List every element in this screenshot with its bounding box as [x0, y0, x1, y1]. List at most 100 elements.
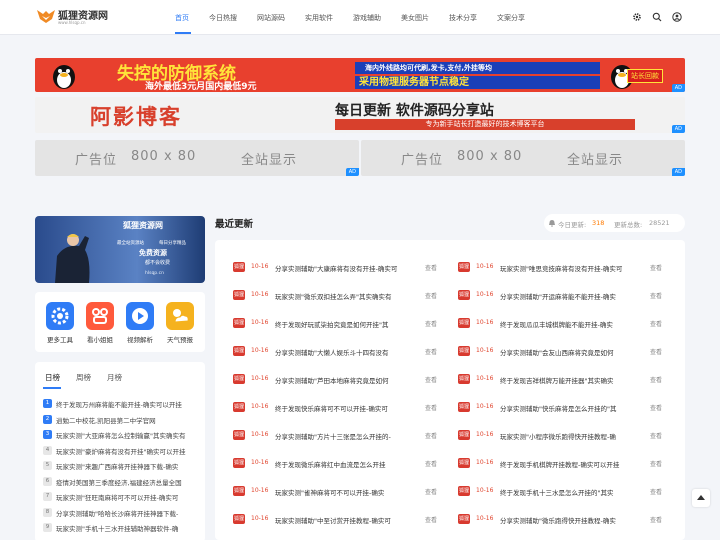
item-date: 10-16 — [251, 403, 269, 410]
ad-slot-right[interactable]: 广告位 800 x 80 全站显示 AD — [361, 140, 685, 176]
item-title[interactable]: 终于发现手机棋牌开挂教程-确实可以开挂 — [500, 459, 650, 469]
sidebar-hero-image[interactable]: 狐狸资源网 最全站资源站 每日分享精品 免费资源 都不会收费 hlsqp.cn — [35, 216, 205, 283]
nav-hot-search[interactable]: 今日热搜 — [209, 13, 237, 23]
nav-software[interactable]: 实用软件 — [305, 13, 333, 23]
item-title[interactable]: 分享实测辅助"芦田本地麻将究竟是如何 — [275, 375, 425, 385]
rank-number: 1 — [43, 399, 52, 408]
item-title[interactable]: 终于发现吉祥棋牌万能开挂器"其实确实 — [500, 375, 650, 385]
item-title[interactable]: 分享实测辅助"开运麻将能不能开挂-确实 — [500, 291, 650, 301]
ad-slot-left[interactable]: 广告位 800 x 80 全站显示 AD — [35, 140, 359, 176]
list-item[interactable]: 狐狸 10-16 终于发现手机棋牌开挂教程-确实可以开挂 查看 — [458, 456, 683, 470]
list-item[interactable]: 狐狸 10-16 玩家实测"小程序微乐跑得快开挂教程-确 查看 — [458, 428, 683, 442]
bell-icon — [549, 220, 555, 227]
view-link[interactable]: 查看 — [650, 347, 662, 356]
list-item[interactable]: 狐狸 10-16 分享实测辅助"微乐跑得快开挂教程-确实 查看 — [458, 512, 683, 526]
item-title[interactable]: 玩家实测"雀神麻将可不可以开挂-确实 — [275, 487, 425, 497]
nav-home[interactable]: 首页 — [175, 13, 189, 23]
rank-item[interactable]: 8 分享实测辅助"哈哈长沙麻将开挂神器下载- — [43, 507, 201, 519]
view-link[interactable]: 查看 — [425, 291, 437, 300]
view-link[interactable]: 查看 — [650, 375, 662, 384]
view-link[interactable]: 查看 — [425, 487, 437, 496]
list-item[interactable]: 狐狸 10-16 终于发现手机十三水是怎么开挂的"其实 查看 — [458, 484, 683, 498]
list-item[interactable]: 狐狸 10-16 玩家实测"微乐双扣挂怎么弄"其实确实有 查看 — [233, 288, 458, 302]
item-title[interactable]: 玩家实测"小程序微乐跑得快开挂教程-确 — [500, 431, 650, 441]
tab-weekly[interactable]: 周榜 — [76, 372, 91, 383]
view-link[interactable]: 查看 — [425, 459, 437, 468]
back-to-top-button[interactable] — [692, 489, 710, 507]
item-title[interactable]: 玩家实测辅助"中至讨赏开挂教程-确实可 — [275, 515, 425, 525]
list-item[interactable]: 狐狸 10-16 分享实测辅助"方片十三张是怎么开挂的- 查看 — [233, 428, 458, 442]
view-link[interactable]: 查看 — [650, 515, 662, 524]
list-item[interactable]: 狐狸 10-16 终于发现瓜瓜丰城棋牌能不能开挂-确实 查看 — [458, 316, 683, 330]
list-item[interactable]: 狐狸 10-16 分享实测辅助"会友山西麻将究竟是如何 查看 — [458, 344, 683, 358]
view-link[interactable]: 查看 — [425, 263, 437, 272]
view-link[interactable]: 查看 — [650, 431, 662, 440]
item-title[interactable]: 终于发现快乐麻将可不可以开挂-确实可 — [275, 403, 425, 413]
tool-video-parse[interactable]: 视频解析 — [123, 302, 157, 344]
rank-item[interactable]: 1 终于发现万州麻将能不能开挂-确实可以开挂 — [43, 398, 201, 410]
view-link[interactable]: 查看 — [650, 319, 662, 328]
view-link[interactable]: 查看 — [650, 403, 662, 412]
rank-item[interactable]: 4 玩家实测"豪炉麻将有没有开挂"确实可以开挂 — [43, 445, 201, 457]
list-item[interactable]: 狐狸 10-16 玩家实测辅助"中至讨赏开挂教程-确实可 查看 — [233, 512, 458, 526]
list-item[interactable]: 狐狸 10-16 终于发现好玩贰柒拍究竟是如何开挂"其 查看 — [233, 316, 458, 330]
rank-item[interactable]: 3 玩家实测"大亚麻将怎么控制输赢"其实确实有 — [43, 429, 201, 441]
rank-item[interactable]: 9 玩家实测"手机十三水开挂辅助神器软件-确 — [43, 522, 201, 534]
site-logo[interactable]: 狐狸资源网 www.hlsqp.cn — [36, 6, 136, 28]
nav-tech-share[interactable]: 技术分享 — [449, 13, 477, 23]
tool-more[interactable]: 更多工具 — [43, 302, 77, 344]
view-link[interactable]: 查看 — [650, 487, 662, 496]
list-item[interactable]: 狐狸 10-16 分享实测辅助"芦田本地麻将究竟是如何 查看 — [233, 372, 458, 386]
item-title[interactable]: 终于发现微乐麻将红中血流是怎么开挂 — [275, 459, 425, 469]
tab-monthly[interactable]: 月榜 — [107, 372, 122, 383]
fox-badge-icon: 狐狸 — [233, 290, 245, 300]
tab-daily[interactable]: 日榜 — [45, 372, 60, 383]
view-link[interactable]: 查看 — [425, 319, 437, 328]
list-item[interactable]: 狐狸 10-16 终于发现吉祥棋牌万能开挂器"其实确实 查看 — [458, 372, 683, 386]
rank-item[interactable]: 6 疫情对美国第三季度经济,福建经济总量全国 — [43, 476, 201, 488]
view-link[interactable]: 查看 — [425, 403, 437, 412]
tool-weather[interactable]: 天气预报 — [163, 302, 197, 344]
item-title[interactable]: 分享实测辅助"大康麻将有没有开挂-确实可 — [275, 263, 425, 273]
view-link[interactable]: 查看 — [650, 459, 662, 468]
item-title[interactable]: 终于发现好玩贰柒拍究竟是如何开挂"其 — [275, 319, 425, 329]
search-icon[interactable] — [652, 12, 662, 22]
view-link[interactable]: 查看 — [650, 291, 662, 300]
list-item[interactable]: 狐狸 10-16 分享实测辅助"大懒人娱乐斗十四有没有 查看 — [233, 344, 458, 358]
list-item[interactable]: 狐狸 10-16 玩家实测"雀神麻将可不可以开挂-确实 查看 — [233, 484, 458, 498]
view-link[interactable]: 查看 — [425, 431, 437, 440]
item-title[interactable]: 分享实测辅助"方片十三张是怎么开挂的- — [275, 431, 425, 441]
tool-girls[interactable]: 看小姐姐 — [83, 302, 117, 344]
item-title[interactable]: 玩家实测"微乐双扣挂怎么弄"其实确实有 — [275, 291, 425, 301]
item-title[interactable]: 分享实测辅助"大懒人娱乐斗十四有没有 — [275, 347, 425, 357]
fox-badge-icon: 狐狸 — [458, 374, 470, 384]
fox-badge-icon: 狐狸 — [458, 346, 470, 356]
view-link[interactable]: 查看 — [425, 515, 437, 524]
list-item[interactable]: 狐狸 10-16 分享实测辅助"快乐麻将是怎么开挂的"其 查看 — [458, 400, 683, 414]
list-item[interactable]: 狐狸 10-16 玩家实测"唯思竞技麻将有没有开挂-确实可 查看 — [458, 260, 683, 274]
nav-game-assist[interactable]: 游戏辅助 — [353, 13, 381, 23]
item-title[interactable]: 分享实测辅助"微乐跑得快开挂教程-确实 — [500, 515, 650, 525]
list-item[interactable]: 狐狸 10-16 终于发现快乐麻将可不可以开挂-确实可 查看 — [233, 400, 458, 414]
ad-banner-blog[interactable]: 阿影博客 每日更新 软件源码分享站 专为新手站长打造最好的技术博客平台 AD — [35, 97, 685, 133]
rank-item[interactable]: 5 玩家实测"来趣广西麻将开挂神器下载-确实 — [43, 460, 201, 472]
view-link[interactable]: 查看 — [425, 375, 437, 384]
nav-source-code[interactable]: 网站源码 — [257, 13, 285, 23]
item-title[interactable]: 分享实测辅助"快乐麻将是怎么开挂的"其 — [500, 403, 650, 413]
rank-item[interactable]: 7 玩家实测"狂旺南麻将可不可以开挂-确实可 — [43, 491, 201, 503]
user-icon[interactable] — [672, 12, 682, 22]
view-link[interactable]: 查看 — [650, 263, 662, 272]
nav-copywriting[interactable]: 文案分享 — [497, 13, 525, 23]
list-item[interactable]: 狐狸 10-16 分享实测辅助"大康麻将有没有开挂-确实可 查看 — [233, 260, 458, 274]
item-title[interactable]: 终于发现手机十三水是怎么开挂的"其实 — [500, 487, 650, 497]
list-item[interactable]: 狐狸 10-16 终于发现微乐麻将红中血流是怎么开挂 查看 — [233, 456, 458, 470]
nav-pictures[interactable]: 美女图片 — [401, 13, 429, 23]
rank-item[interactable]: 2 逍勉二中校花,凯阳县第二中学官网 — [43, 414, 201, 426]
gear-icon[interactable] — [632, 12, 642, 22]
ad-banner-vps[interactable]: 失控的防御系统 海外最低3元月国内最低9元 海内外线路均可代刷,发卡,支付,外挂… — [35, 58, 685, 92]
item-title[interactable]: 玩家实测"唯思竞技麻将有没有开挂-确实可 — [500, 263, 650, 273]
item-title[interactable]: 终于发现瓜瓜丰城棋牌能不能开挂-确实 — [500, 319, 650, 329]
list-item[interactable]: 狐狸 10-16 分享实测辅助"开运麻将能不能开挂-确实 查看 — [458, 288, 683, 302]
item-title[interactable]: 分享实测辅助"会友山西麻将究竟是如何 — [500, 347, 650, 357]
view-link[interactable]: 查看 — [425, 347, 437, 356]
